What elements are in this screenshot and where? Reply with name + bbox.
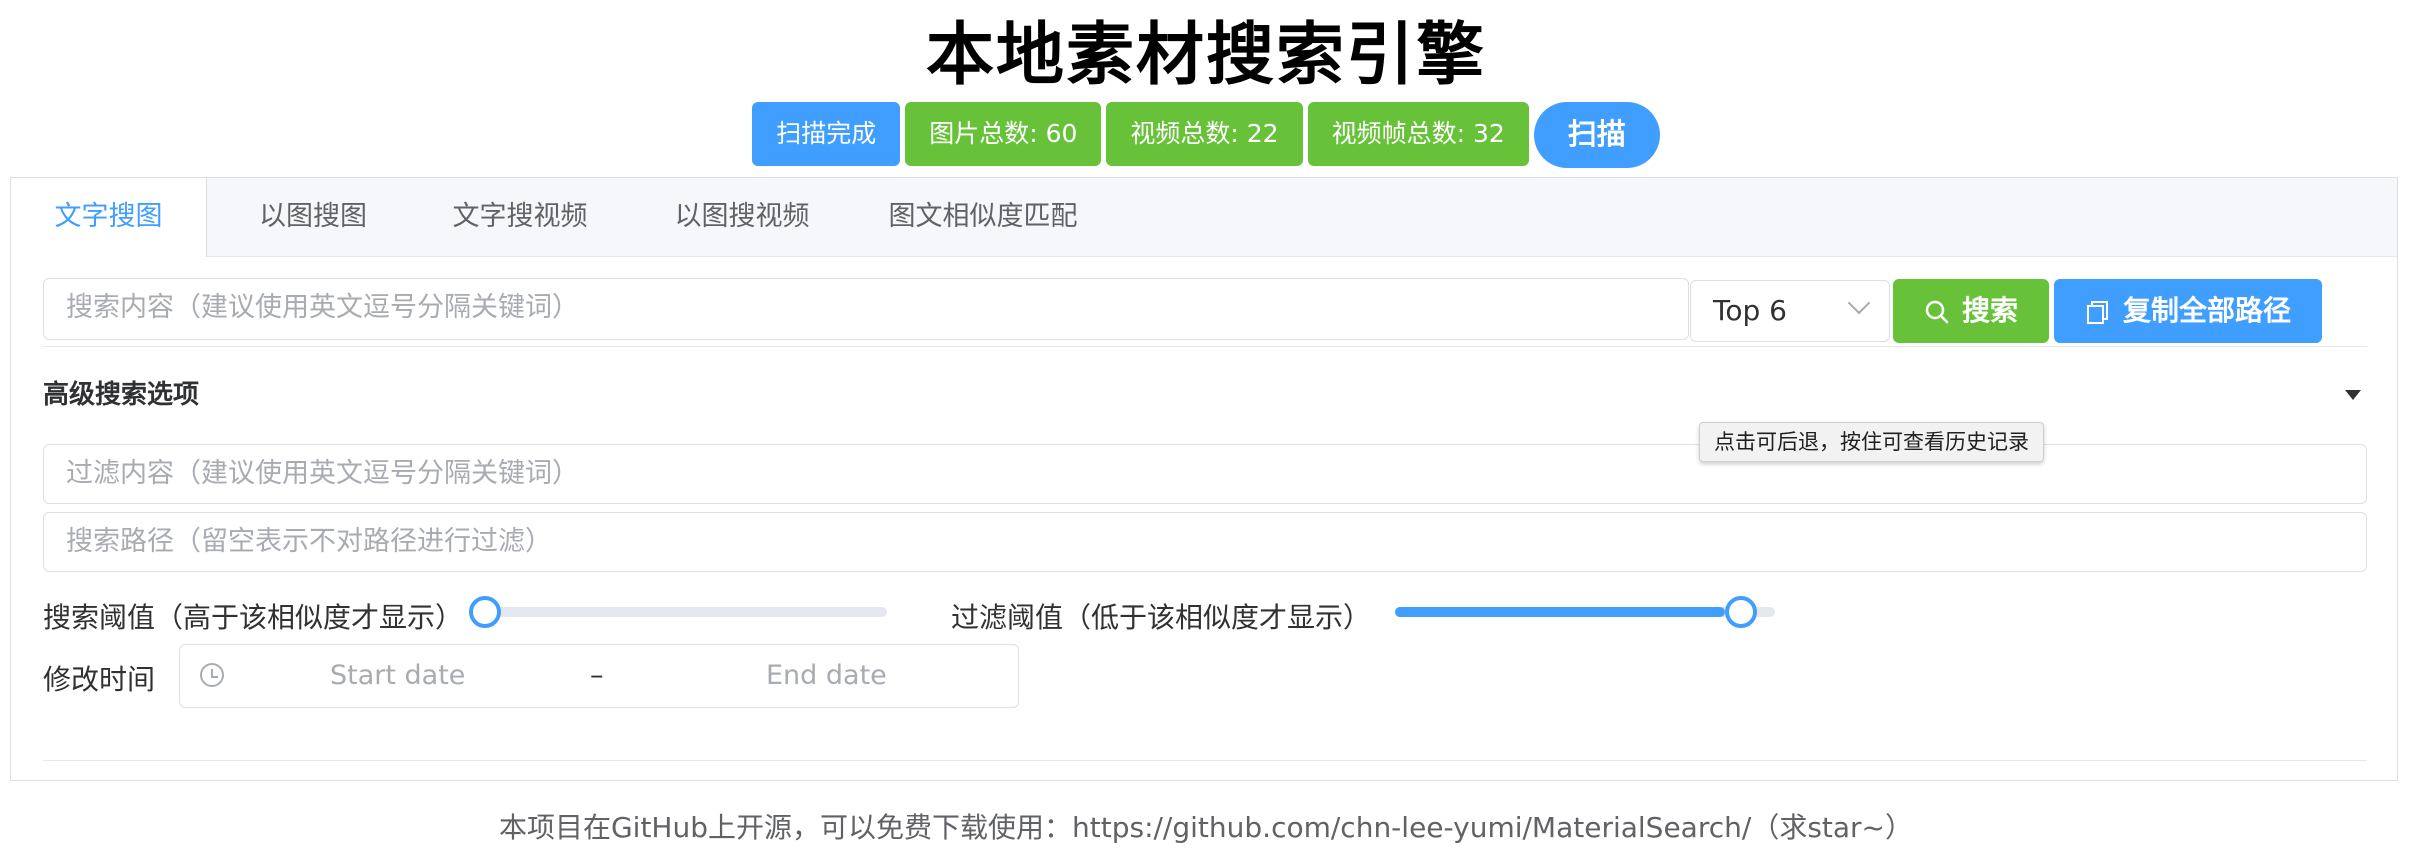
search-icon	[1925, 300, 1949, 324]
back-button-tooltip: 点击可后退，按住可查看历史记录	[1699, 422, 2044, 462]
tab-bar: 文字搜图 以图搜图 文字搜视频 以图搜视频 图文相似度匹配	[11, 178, 2397, 257]
tab-text-to-image[interactable]: 文字搜图	[11, 178, 207, 257]
page-title: 本地素材搜索引擎	[925, 16, 1486, 95]
clock-icon	[200, 663, 224, 687]
slider-handle[interactable]	[469, 596, 501, 628]
status-bar: 扫描完成 图片总数: 60 视频总数: 22 视频帧总数: 32 扫描	[0, 102, 2412, 168]
top-k-value: Top 6	[1713, 294, 1787, 327]
filter-threshold-label: 过滤阈值（低于该相似度才显示）	[951, 601, 1372, 634]
search-button-label: 搜索	[1961, 294, 2018, 327]
tab-image-to-image[interactable]: 以图搜图	[233, 178, 393, 256]
chevron-down-icon	[1847, 291, 1871, 315]
advanced-options-title[interactable]: 高级搜索选项	[43, 374, 199, 411]
end-date-input[interactable]: End date	[766, 645, 887, 707]
copy-button-label: 复制全部路径	[2122, 294, 2291, 327]
divider	[43, 346, 2367, 347]
slider-fill	[1395, 607, 1725, 617]
image-count-badge: 图片总数: 60	[905, 102, 1102, 166]
start-date-input[interactable]: Start date	[330, 645, 465, 707]
frame-count-badge: 视频帧总数: 32	[1307, 102, 1529, 166]
video-count-badge: 视频总数: 22	[1106, 102, 1303, 166]
tab-image-to-video[interactable]: 以图搜视频	[647, 178, 837, 256]
date-range-picker[interactable]: Start date – End date	[179, 644, 1019, 708]
search-threshold-label: 搜索阈值（高于该相似度才显示）	[43, 601, 464, 634]
caret-down-icon[interactable]	[2345, 390, 2361, 400]
slider-handle[interactable]	[1725, 596, 1757, 628]
copy-all-paths-button[interactable]: 复制全部路径	[2054, 279, 2322, 343]
tab-image-text-match[interactable]: 图文相似度匹配	[873, 178, 1093, 256]
modified-time-label: 修改时间	[43, 663, 156, 696]
search-input[interactable]: 搜索内容（建议使用英文逗号分隔关键词）	[43, 278, 1689, 340]
date-separator: –	[590, 660, 604, 691]
scan-button[interactable]: 扫描	[1533, 102, 1660, 168]
slider-track[interactable]	[487, 607, 887, 617]
scan-status-badge: 扫描完成	[752, 102, 901, 166]
search-card: 文字搜图 以图搜图 文字搜视频 以图搜视频 图文相似度匹配 搜索内容（建议使用英…	[10, 177, 2398, 781]
path-input[interactable]: 搜索路径（留空表示不对路径进行过滤）	[43, 512, 2367, 572]
footer-note: 本项目在GitHub上开源，可以免费下载使用：https://github.co…	[498, 811, 1914, 844]
copy-icon	[2086, 301, 2108, 324]
tab-text-to-video[interactable]: 文字搜视频	[425, 178, 615, 256]
divider	[43, 760, 2367, 761]
top-k-select[interactable]: Top 6	[1690, 280, 1890, 342]
search-button[interactable]: 搜索	[1893, 279, 2049, 343]
